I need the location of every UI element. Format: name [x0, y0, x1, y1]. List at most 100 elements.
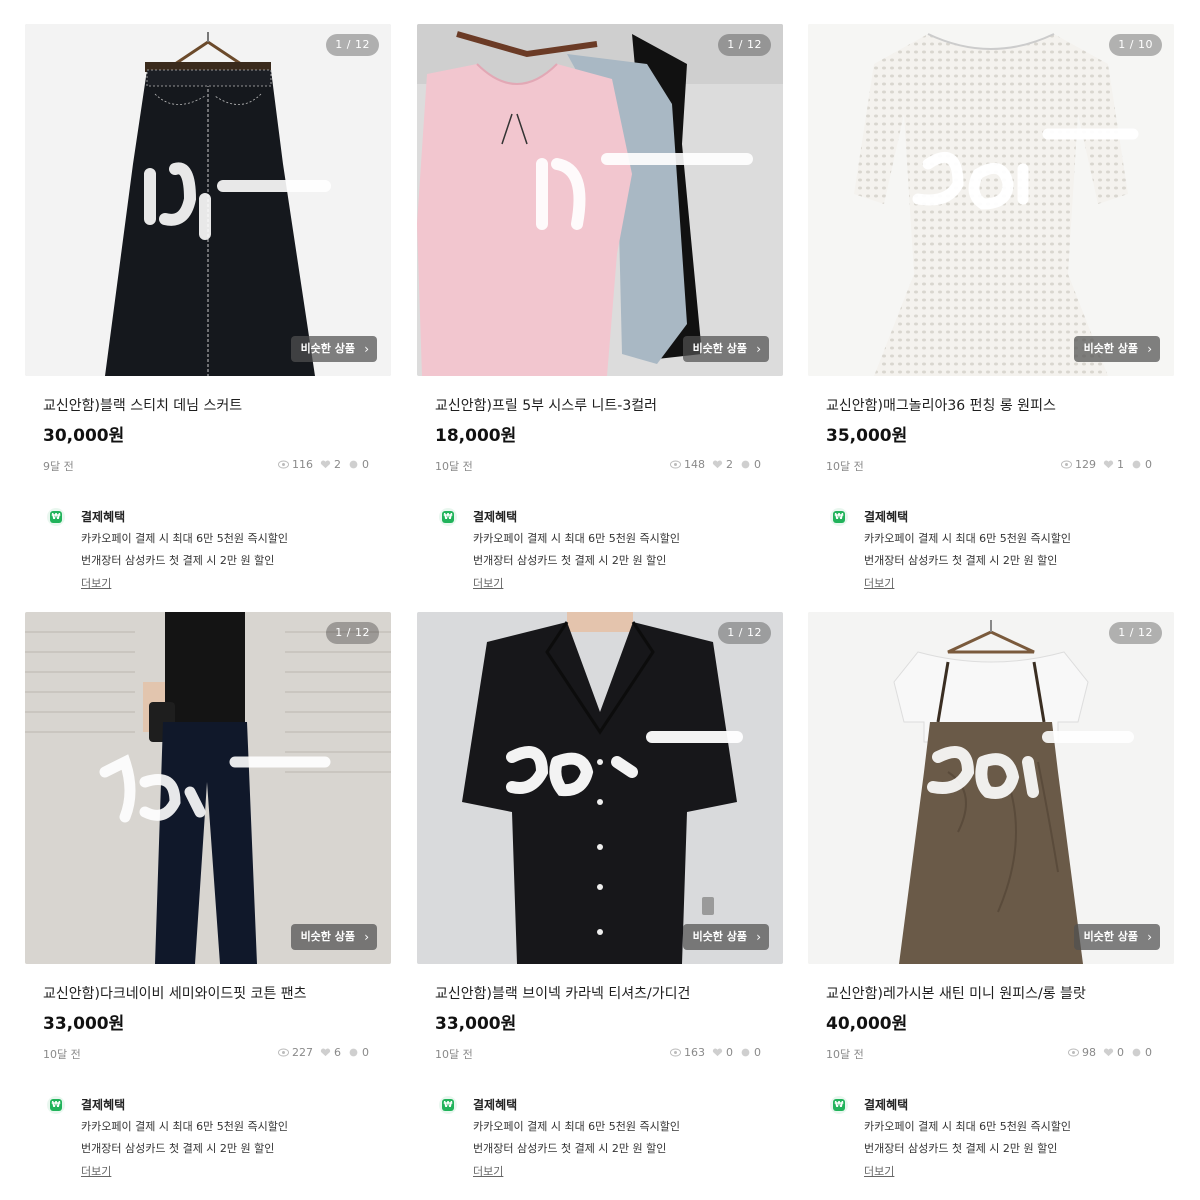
won-badge-icon: ₩: [830, 508, 848, 526]
view-count: 227: [292, 1046, 313, 1059]
eye-icon: [278, 1048, 289, 1057]
benefit-title: 결제혜택: [81, 510, 126, 524]
posted-time: 10달 전: [43, 1048, 81, 1061]
heart-icon: [320, 460, 331, 469]
payment-benefit: ₩ 결제혜택 카카오페이 결제 시 최대 6만 5천원 즉시할인 번개장터 삼성…: [808, 508, 1174, 591]
skirt-photo: [25, 24, 391, 376]
product-card[interactable]: 1 / 12 비슷한 상품 › 교신안함)레가시본 새틴 미니 원피스/롱 블랏 …: [808, 612, 1174, 1179]
more-link[interactable]: 더보기: [864, 575, 894, 591]
won-badge-text: ₩: [833, 1099, 845, 1111]
product-image[interactable]: 1 / 10 비슷한 상품 ›: [808, 24, 1174, 376]
product-price: 35,000원: [826, 426, 908, 446]
benefit-line: 번개장터 삼성카드 첫 결제 시 2만 원 할인: [473, 1142, 667, 1155]
product-card[interactable]: 1 / 12 비슷한 상품 › 교신안함)프릴 5부 시스루 니트-3컬러 18,…: [417, 24, 783, 591]
product-title[interactable]: 교신안함)레가시본 새틴 미니 원피스/롱 블랏: [808, 983, 1174, 1003]
benefit-line: 카카오페이 결제 시 최대 6만 5천원 즉시할인: [81, 532, 289, 545]
product-title[interactable]: 교신안함)프릴 5부 시스루 니트-3컬러: [417, 395, 783, 415]
more-link[interactable]: 더보기: [473, 575, 503, 591]
like-count: 6: [334, 1046, 341, 1059]
chat-icon: [1132, 460, 1141, 469]
benefit-line: 번개장터 삼성카드 첫 결제 시 2만 원 할인: [864, 554, 1058, 567]
like-count: 0: [1117, 1046, 1124, 1059]
heart-icon: [712, 460, 723, 469]
benefit-line: 카카오페이 결제 시 최대 6만 5천원 즉시할인: [81, 1120, 289, 1133]
product-meta: 10달 전 148 2 0: [417, 458, 783, 474]
satin-dress-photo: [808, 612, 1174, 964]
posted-time: 9달 전: [43, 460, 74, 473]
payment-benefit: ₩ 결제혜택 카카오페이 결제 시 최대 6만 5천원 즉시할인 번개장터 삼성…: [25, 508, 391, 591]
benefit-line: 카카오페이 결제 시 최대 6만 5천원 즉시할인: [864, 532, 1072, 545]
benefit-line: 카카오페이 결제 시 최대 6만 5천원 즉시할인: [864, 1120, 1072, 1133]
view-count: 98: [1082, 1046, 1096, 1059]
chevron-right-icon: ›: [1147, 342, 1152, 356]
product-image[interactable]: 1 / 12 비슷한 상품 ›: [808, 612, 1174, 964]
product-image[interactable]: 1 / 12 비슷한 상품 ›: [417, 24, 783, 376]
more-link[interactable]: 더보기: [81, 1163, 111, 1179]
similar-items-button[interactable]: 비슷한 상품 ›: [1073, 336, 1160, 362]
similar-items-label: 비슷한 상품: [692, 930, 747, 943]
won-badge-icon: ₩: [439, 1096, 457, 1114]
similar-items-label: 비슷한 상품: [692, 342, 747, 355]
view-count: 163: [684, 1046, 705, 1059]
eye-icon: [278, 460, 289, 469]
won-badge-icon: ₩: [47, 508, 65, 526]
posted-time: 10달 전: [826, 1048, 864, 1061]
product-stats: 116 2 0: [278, 458, 373, 471]
more-link[interactable]: 더보기: [473, 1163, 503, 1179]
view-count: 129: [1075, 458, 1096, 471]
benefit-line: 카카오페이 결제 시 최대 6만 5천원 즉시할인: [473, 1120, 681, 1133]
similar-items-button[interactable]: 비슷한 상품 ›: [682, 336, 769, 362]
product-image[interactable]: 1 / 12 비슷한 상품 ›: [25, 24, 391, 376]
product-meta: 10달 전 98 0 0: [808, 1046, 1174, 1062]
heart-icon: [320, 1048, 331, 1057]
posted-time: 10달 전: [826, 460, 864, 473]
dress-photo: [808, 24, 1174, 376]
product-image[interactable]: 1 / 12 비슷한 상품 ›: [25, 612, 391, 964]
won-badge-icon: ₩: [439, 508, 457, 526]
benefit-line: 카카오페이 결제 시 최대 6만 5천원 즉시할인: [473, 532, 681, 545]
chat-icon: [349, 460, 358, 469]
won-badge-text: ₩: [833, 511, 845, 523]
benefit-line: 번개장터 삼성카드 첫 결제 시 2만 원 할인: [81, 1142, 275, 1155]
product-title[interactable]: 교신안함)다크네이비 세미와이드핏 코튼 팬츠: [25, 983, 391, 1003]
similar-items-button[interactable]: 비슷한 상품 ›: [290, 336, 377, 362]
product-title[interactable]: 교신안함)매그놀리아36 펀칭 롱 원피스: [808, 395, 1174, 415]
more-link[interactable]: 더보기: [81, 575, 111, 591]
benefit-line: 번개장터 삼성카드 첫 결제 시 2만 원 할인: [473, 554, 667, 567]
image-counter: 1 / 10: [1109, 34, 1162, 56]
image-counter: 1 / 12: [1109, 622, 1162, 644]
product-meta: 10달 전 227 6 0: [25, 1046, 391, 1062]
eye-icon: [670, 1048, 681, 1057]
heart-icon: [712, 1048, 723, 1057]
more-link[interactable]: 더보기: [864, 1163, 894, 1179]
chat-count: 0: [1145, 458, 1152, 471]
product-title[interactable]: 교신안함)블랙 스티치 데님 스커트: [25, 395, 391, 415]
like-count: 0: [726, 1046, 733, 1059]
like-count: 2: [334, 458, 341, 471]
image-counter: 1 / 12: [326, 34, 379, 56]
benefit-line: 번개장터 삼성카드 첫 결제 시 2만 원 할인: [81, 554, 275, 567]
product-title[interactable]: 교신안함)블랙 브이넥 카라넥 티셔츠/가디건: [417, 983, 783, 1003]
similar-items-button[interactable]: 비슷한 상품 ›: [682, 924, 769, 950]
product-card[interactable]: 1 / 12 비슷한 상품 › 교신안함)블랙 스티치 데님 스커트 30,000…: [25, 24, 391, 591]
similar-items-label: 비슷한 상품: [1083, 342, 1138, 355]
product-stats: 227 6 0: [278, 1046, 373, 1059]
product-price: 33,000원: [435, 1014, 517, 1034]
chevron-right-icon: ›: [364, 930, 369, 944]
chevron-right-icon: ›: [756, 930, 761, 944]
benefit-title: 결제혜택: [81, 1098, 126, 1112]
chat-count: 0: [362, 458, 369, 471]
similar-items-button[interactable]: 비슷한 상품 ›: [290, 924, 377, 950]
similar-items-button[interactable]: 비슷한 상품 ›: [1073, 924, 1160, 950]
view-count: 148: [684, 458, 705, 471]
similar-items-label: 비슷한 상품: [300, 342, 355, 355]
heart-icon: [1103, 1048, 1114, 1057]
product-card[interactable]: 1 / 12 비슷한 상품 › 교신안함)블랙 브이넥 카라넥 티셔츠/가디건 3…: [417, 612, 783, 1179]
product-meta: 10달 전 129 1 0: [808, 458, 1174, 474]
product-card[interactable]: 1 / 10 비슷한 상품 › 교신안함)매그놀리아36 펀칭 롱 원피스 35,…: [808, 24, 1174, 591]
product-stats: 129 1 0: [1061, 458, 1156, 471]
product-image[interactable]: 1 / 12 비슷한 상품 ›: [417, 612, 783, 964]
product-card[interactable]: 1 / 12 비슷한 상품 › 교신안함)다크네이비 세미와이드핏 코튼 팬츠 3…: [25, 612, 391, 1179]
product-stats: 98 0 0: [1068, 1046, 1156, 1059]
like-count: 2: [726, 458, 733, 471]
